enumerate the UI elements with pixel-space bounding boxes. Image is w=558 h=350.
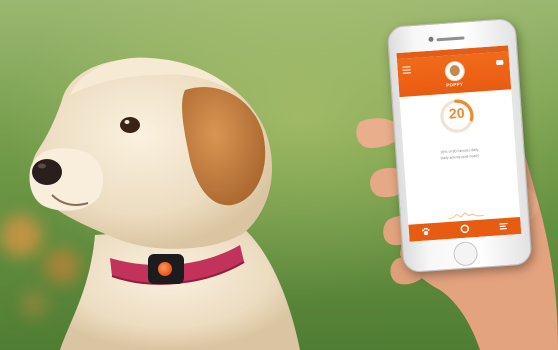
message-icon[interactable] (496, 59, 504, 66)
pet-avatar[interactable] (444, 60, 466, 82)
smartphone: POPPY 20 18% of 80 minutes daily Daily a… (386, 17, 533, 274)
activity-ring-icon[interactable] (459, 223, 470, 234)
dog (29, 57, 300, 350)
activity-sparkline (447, 212, 484, 220)
activity-value: 20 (448, 104, 466, 122)
bottom-tab-bar (408, 216, 522, 242)
stats-icon[interactable] (498, 221, 509, 232)
paw-icon[interactable] (421, 226, 432, 237)
tracker-light (158, 262, 172, 276)
app-header: POPPY (396, 51, 512, 98)
menu-icon[interactable] (402, 66, 411, 74)
app-screen: POPPY 20 18% of 80 minutes daily Daily a… (396, 45, 522, 242)
front-camera (428, 36, 434, 42)
earpiece-speaker (436, 36, 465, 42)
home-button[interactable] (452, 241, 479, 267)
photo-scene: POPPY 20 18% of 80 minutes daily Daily a… (0, 0, 558, 350)
